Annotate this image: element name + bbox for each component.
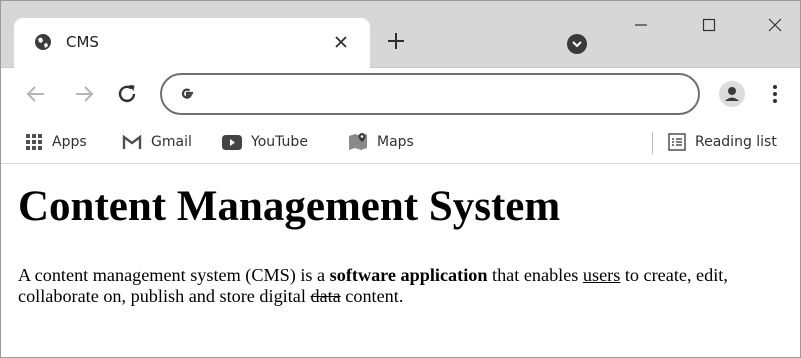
bookmark-gmail[interactable]: Gmail <box>122 130 192 154</box>
browser-toolbar <box>0 68 801 122</box>
minimize-icon[interactable] <box>630 14 652 36</box>
underlined-text: users <box>582 265 621 285</box>
reading-list-button[interactable]: Reading list <box>668 130 777 154</box>
apps-grid-icon <box>26 134 42 150</box>
reading-list-icon <box>668 133 686 151</box>
page-paragraph: A content management system (CMS) is a s… <box>18 265 793 307</box>
bookmark-apps[interactable]: Apps <box>25 130 87 154</box>
address-input[interactable] <box>206 81 676 107</box>
bookmark-maps[interactable]: Maps <box>348 130 414 154</box>
bookmark-label: Gmail <box>151 134 192 150</box>
bookmark-label: Apps <box>52 134 87 150</box>
kebab-menu-icon[interactable] <box>770 82 780 106</box>
google-g-icon <box>181 88 193 99</box>
tab-cms[interactable]: CMS <box>14 18 370 68</box>
reading-list-label: Reading list <box>695 134 777 150</box>
paragraph-text: that enables <box>487 265 583 285</box>
profile-avatar-icon[interactable] <box>718 80 746 108</box>
new-tab-plus-icon[interactable] <box>386 31 406 51</box>
tab-search-icon[interactable] <box>566 33 588 55</box>
paragraph-text: A content management system (CMS) is a <box>18 265 330 285</box>
bookmarks-bar: Apps Gmail YouTube Maps Reading list <box>0 122 801 164</box>
paragraph-text: content. <box>340 286 404 306</box>
close-tab-icon[interactable] <box>333 34 349 50</box>
bold-text: software application <box>329 265 488 285</box>
bookmark-label: YouTube <box>251 134 308 150</box>
back-arrow-icon[interactable] <box>24 82 48 106</box>
strikethrough-text: data <box>310 286 341 306</box>
reload-icon[interactable] <box>115 81 139 107</box>
bookmark-label: Maps <box>377 134 414 150</box>
gmail-icon <box>122 134 142 149</box>
tab-strip: CMS <box>0 0 801 68</box>
maps-icon <box>349 133 367 150</box>
window-close-icon[interactable] <box>764 14 786 36</box>
youtube-icon <box>222 134 242 150</box>
bookmarks-divider <box>652 132 653 154</box>
maximize-icon[interactable] <box>698 14 720 36</box>
address-bar[interactable] <box>160 73 700 115</box>
page-heading: Content Management System <box>18 183 561 230</box>
page-content: Content Management System A content mana… <box>0 165 801 358</box>
forward-arrow-icon[interactable] <box>72 82 96 106</box>
globe-icon <box>35 34 51 50</box>
tab-title: CMS <box>66 33 99 51</box>
bookmark-youtube[interactable]: YouTube <box>222 130 308 154</box>
